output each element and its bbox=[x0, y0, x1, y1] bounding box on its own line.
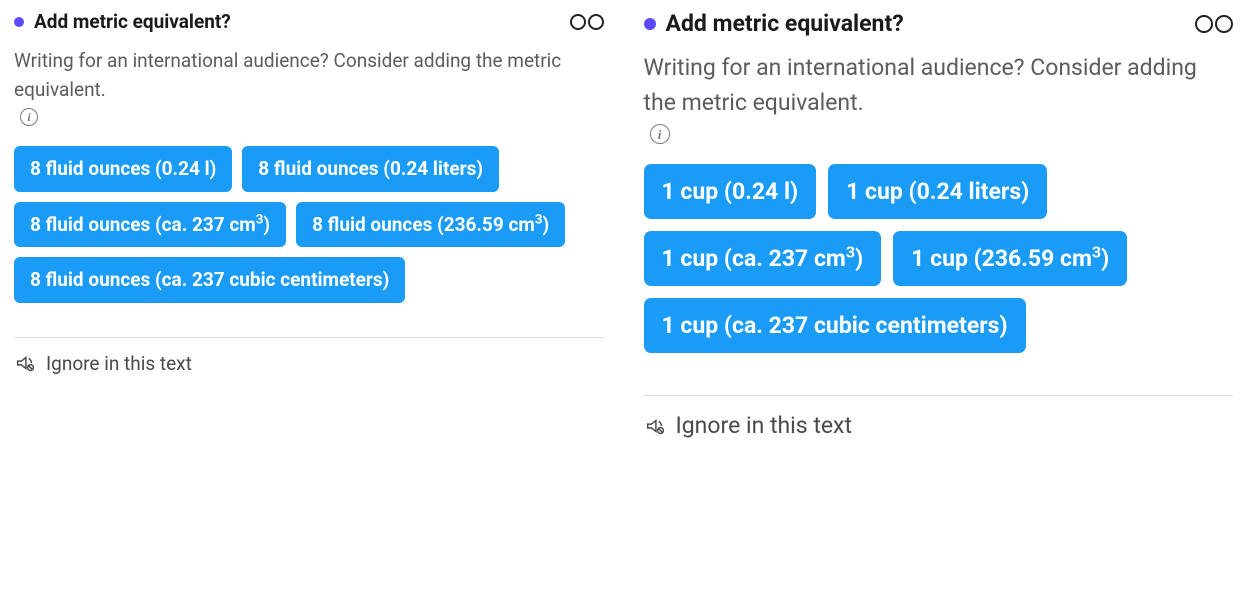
panel-header: Add metric equivalent? bbox=[14, 10, 604, 33]
ignore-label: Ignore in this text bbox=[46, 352, 192, 375]
ignore-button[interactable]: Ignore in this text bbox=[14, 337, 604, 375]
suggestion-panel: Add metric equivalent? Writing for an in… bbox=[14, 10, 604, 439]
bullet-icon bbox=[644, 18, 656, 30]
suggestion-list: 1 cup (0.24 l) 1 cup (0.24 liters) 1 cup… bbox=[644, 164, 1234, 353]
panel-description-text: Writing for an international audience? C… bbox=[644, 51, 1234, 120]
ignore-label: Ignore in this text bbox=[676, 412, 853, 439]
mute-icon bbox=[644, 415, 666, 437]
mute-icon bbox=[14, 352, 36, 374]
suggestion-list: 8 fluid ounces (0.24 l) 8 fluid ounces (… bbox=[14, 146, 604, 303]
suggestion-chip[interactable]: 8 fluid ounces (ca. 237 cm3) bbox=[14, 202, 286, 248]
panel-header: Add metric equivalent? bbox=[644, 10, 1234, 37]
panel-description-text: Writing for an international audience? C… bbox=[14, 47, 604, 104]
glasses-icon[interactable] bbox=[1195, 15, 1233, 33]
panel-description: Writing for an international audience? C… bbox=[14, 47, 604, 126]
panel-title: Add metric equivalent? bbox=[666, 10, 904, 37]
info-icon[interactable]: i bbox=[650, 124, 670, 144]
panel-description: Writing for an international audience? C… bbox=[644, 51, 1234, 144]
panel-header-left: Add metric equivalent? bbox=[644, 10, 904, 37]
suggestion-chip[interactable]: 8 fluid ounces (ca. 237 cubic centimeter… bbox=[14, 257, 405, 303]
suggestion-chip[interactable]: 8 fluid ounces (0.24 liters) bbox=[242, 146, 499, 192]
panel-header-left: Add metric equivalent? bbox=[14, 10, 231, 33]
suggestion-chip[interactable]: 1 cup (ca. 237 cm3) bbox=[644, 231, 882, 286]
suggestion-chip[interactable]: 1 cup (0.24 liters) bbox=[828, 164, 1047, 219]
suggestion-chip[interactable]: 1 cup (0.24 l) bbox=[644, 164, 817, 219]
panel-title: Add metric equivalent? bbox=[34, 10, 231, 33]
ignore-button[interactable]: Ignore in this text bbox=[644, 395, 1234, 439]
suggestion-panel: Add metric equivalent? Writing for an in… bbox=[644, 10, 1234, 439]
info-icon[interactable]: i bbox=[20, 108, 38, 126]
glasses-icon[interactable] bbox=[570, 14, 604, 30]
suggestion-chip[interactable]: 1 cup (236.59 cm3) bbox=[893, 231, 1127, 286]
suggestion-chip[interactable]: 8 fluid ounces (236.59 cm3) bbox=[296, 202, 565, 248]
suggestion-chip[interactable]: 8 fluid ounces (0.24 l) bbox=[14, 146, 232, 192]
suggestion-chip[interactable]: 1 cup (ca. 237 cubic centimeters) bbox=[644, 298, 1026, 353]
bullet-icon bbox=[14, 17, 24, 27]
